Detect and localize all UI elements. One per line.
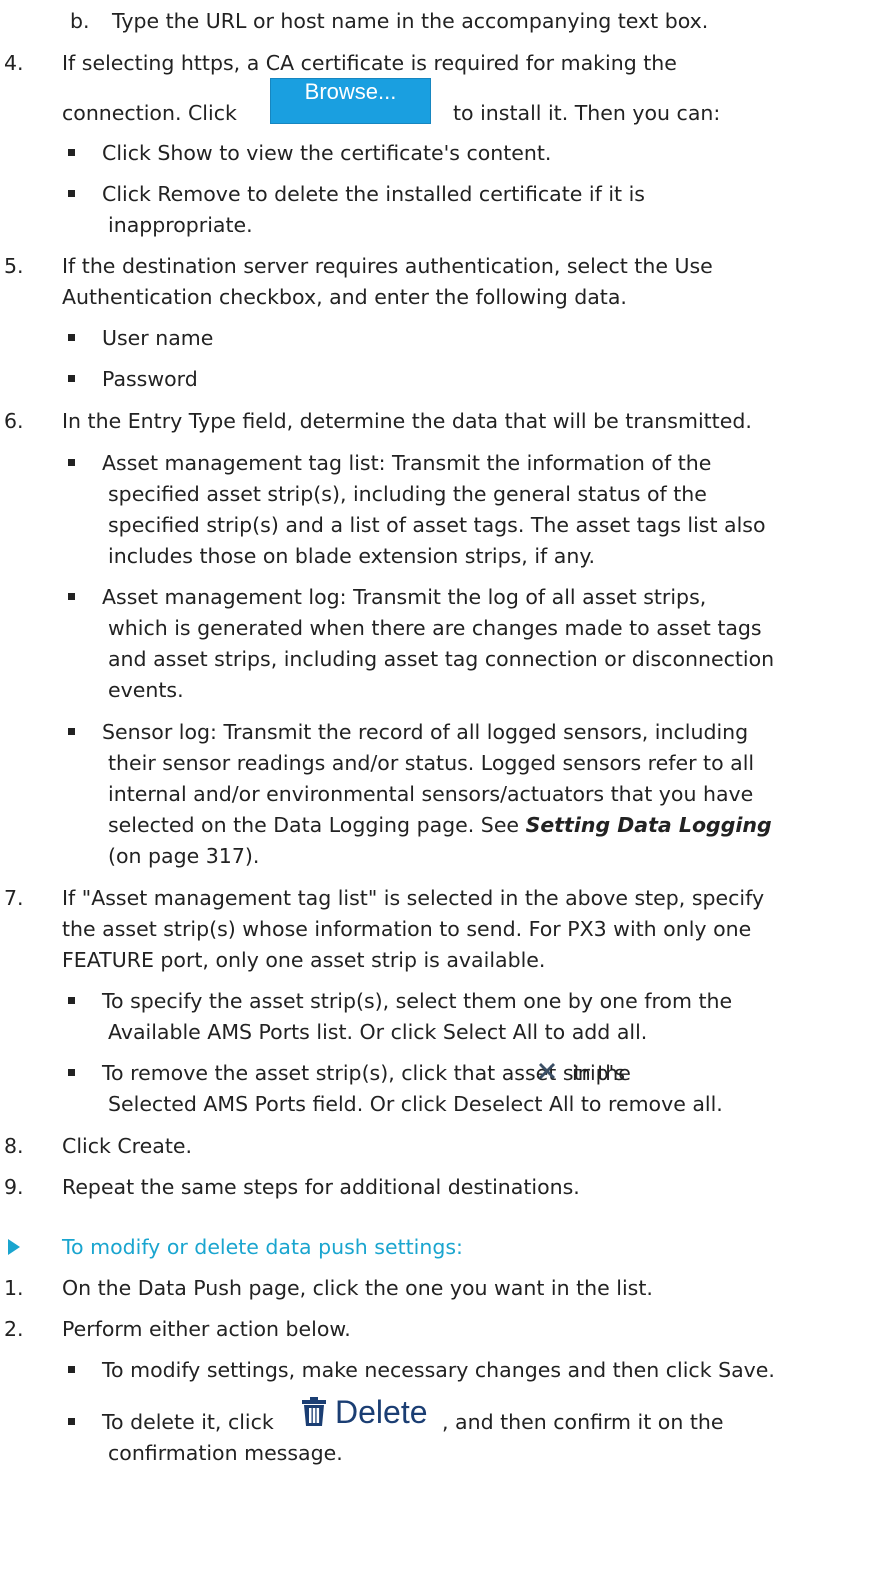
step-4-text-line2-pre: connection. Click [62, 101, 237, 125]
mod-step-2-bullet-2-pre: To delete it, click [102, 1410, 274, 1434]
browse-button[interactable]: Browse... [270, 78, 431, 124]
step-6-bullet-1-line3: specified strip(s) and a list of asset t… [108, 513, 766, 537]
step-4-text-line2-post: to install it. Then you can: [453, 101, 721, 125]
step-9-number: 9. [4, 1175, 24, 1199]
step-5-text-line1: If the destination server requires authe… [62, 254, 713, 278]
step-5-bullet-1 [68, 334, 75, 341]
step-6-bullet-1-line4: includes those on blade extension strips… [108, 544, 596, 568]
mod-step-2-bullet-2-post: , and then confirm it on the [442, 1410, 724, 1434]
step-3b-marker: b. [70, 9, 90, 33]
step-6-text: In the Entry Type field, determine the d… [62, 409, 752, 433]
step-7-bullet-2-line2: Selected AMS Ports field. Or click Desel… [108, 1092, 723, 1116]
step-4-bullet-2 [68, 190, 75, 197]
step-3b-text: Type the URL or host name in the accompa… [112, 9, 709, 33]
step-5-number: 5. [4, 254, 24, 278]
step-5-bullet-2-text: Password [102, 367, 198, 391]
step-6-bullet-2 [68, 593, 75, 600]
step-7-text-line3: FEATURE port, only one asset strip is av… [62, 948, 546, 972]
delete-label: Delete [335, 1393, 428, 1430]
step-4-bullet-1-text: Click Show to view the certificate's con… [102, 141, 552, 165]
step-4-bullet-1 [68, 149, 75, 156]
step-6-bullet-3-line2: their sensor readings and/or status. Log… [108, 751, 755, 775]
step-4-number: 4. [4, 51, 24, 75]
setting-data-logging-link[interactable]: Setting Data Logging [526, 813, 772, 837]
step-7-number: 7. [4, 886, 24, 910]
step-6-bullet-1-line2: specified asset strip(s), including the … [108, 482, 707, 506]
step-7-text-line1: If "Asset management tag list" is select… [62, 886, 765, 910]
step-7-bullet-1 [68, 997, 75, 1004]
step-6-bullet-3-line3: internal and/or environmental sensors/ac… [108, 782, 754, 806]
step-5-bullet-1-text: User name [102, 326, 214, 350]
step-6-bullet-1-line1: Asset management tag list: Transmit the … [102, 451, 712, 475]
step-6-bullet-3-line1: Sensor log: Transmit the record of all l… [102, 720, 749, 744]
step-4-bullet-2-text-cont: inappropriate. [108, 213, 253, 237]
step-5-text-line2: Authentication checkbox, and enter the f… [62, 285, 627, 309]
step-6-bullet-3-line4-pre: selected on the Data Logging page. See [108, 813, 520, 837]
mod-step-1-text: On the Data Push page, click the one you… [62, 1276, 653, 1300]
step-7-bullet-1-line1: To specify the asset strip(s), select th… [102, 989, 733, 1013]
mod-step-1-number: 1. [4, 1276, 24, 1300]
section-arrow-icon [8, 1239, 20, 1255]
delete-button[interactable]: Delete [301, 1392, 428, 1432]
step-7-bullet-2 [68, 1069, 75, 1076]
step-7-bullet-2-line1-post: in the [572, 1061, 631, 1085]
step-4-text-line1: If selecting https, a CA certificate is … [62, 51, 677, 75]
mod-step-2-bullet-2 [68, 1418, 75, 1425]
trash-icon [302, 1397, 326, 1426]
remove-x-icon [539, 1063, 555, 1079]
step-8-text: Click Create. [62, 1134, 192, 1158]
step-8-number: 8. [4, 1134, 24, 1158]
step-7-bullet-1-line2: Available AMS Ports list. Or click Selec… [108, 1020, 648, 1044]
step-6-bullet-2-line4: events. [108, 678, 184, 702]
mod-step-2-bullet-1-text: To modify settings, make necessary chang… [102, 1358, 775, 1382]
step-7-text-line2: the asset strip(s) whose information to … [62, 917, 752, 941]
step-6-bullet-3-line5: (on page 317). [108, 844, 260, 868]
step-5-bullet-2 [68, 375, 75, 382]
step-6-bullet-3 [68, 728, 75, 735]
step-6-bullet-2-line1: Asset management log: Transmit the log o… [102, 585, 707, 609]
mod-step-2-bullet-1 [68, 1366, 75, 1373]
step-6-bullet-2-line2: which is generated when there are change… [108, 616, 762, 640]
step-6-bullet-1 [68, 459, 75, 466]
step-6-bullet-2-line3: and asset strips, including asset tag co… [108, 647, 775, 671]
mod-step-2-number: 2. [4, 1317, 24, 1341]
step-9-text: Repeat the same steps for additional des… [62, 1175, 580, 1199]
step-4-bullet-2-text: Click Remove to delete the installed cer… [102, 182, 645, 206]
step-6-bullet-3-line4: selected on the Data Logging page. See S… [108, 812, 772, 838]
step-6-number: 6. [4, 409, 24, 433]
mod-step-2-bullet-2-line2: confirmation message. [108, 1441, 343, 1465]
section-heading: To modify or delete data push settings: [62, 1235, 463, 1259]
mod-step-2-text: Perform either action below. [62, 1317, 351, 1341]
